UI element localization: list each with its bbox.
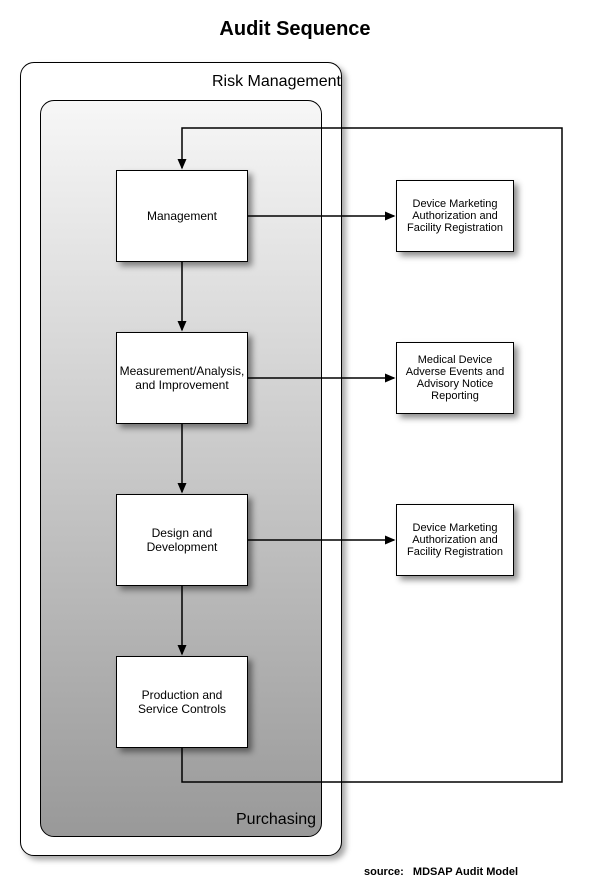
source-prefix: source: (364, 866, 404, 878)
diagram-canvas: Audit Sequence Risk Management Purchasin… (0, 0, 590, 886)
connectors (0, 0, 590, 886)
source-text: MDSAP Audit Model (413, 866, 518, 878)
source-label: source: MDSAP Audit Model (364, 866, 518, 878)
